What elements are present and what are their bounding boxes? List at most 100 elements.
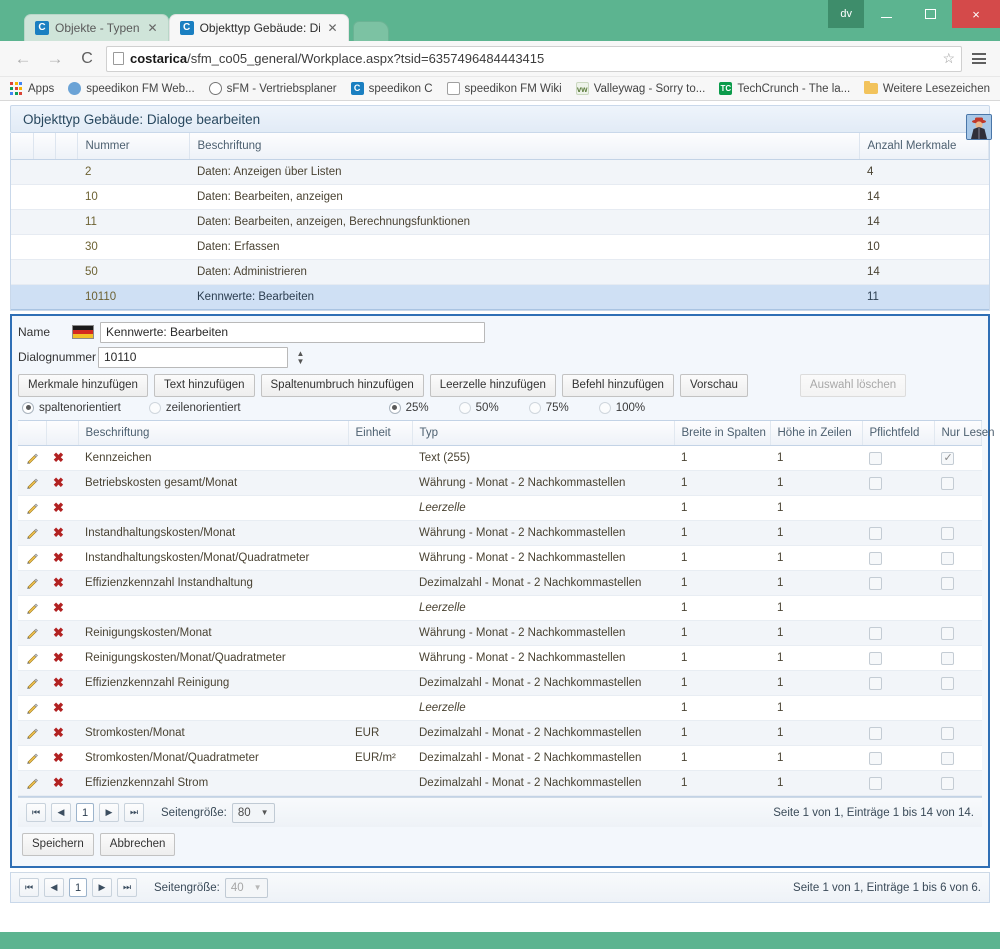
edit-cell[interactable] — [18, 595, 46, 621]
delete-cell[interactable]: ✖ — [46, 570, 78, 596]
add-befehl-button[interactable]: Befehl hinzufügen — [561, 373, 674, 397]
cell-pflichtfeld[interactable] — [862, 695, 934, 721]
pencil-icon[interactable] — [25, 626, 39, 640]
cell-pflichtfeld[interactable] — [862, 770, 934, 796]
nur-lesen-checkbox[interactable] — [941, 551, 954, 565]
delete-x-icon[interactable]: ✖ — [53, 700, 64, 715]
edit-cell[interactable] — [18, 470, 46, 496]
delete-x-icon[interactable]: ✖ — [53, 550, 64, 565]
table-row[interactable]: 50 Daten: Administrieren 14 — [11, 259, 989, 285]
name-input[interactable] — [100, 321, 485, 343]
tab-close-icon[interactable]: ✕ — [148, 21, 158, 35]
close-button[interactable]: × — [952, 0, 1000, 28]
edit-cell[interactable] — [18, 620, 46, 646]
edit-cell[interactable] — [18, 720, 46, 746]
pflichtfeld-checkbox[interactable] — [869, 676, 882, 690]
cell-pflichtfeld[interactable] — [862, 520, 934, 546]
cell-nur-lesen[interactable] — [934, 570, 982, 596]
pencil-icon[interactable] — [25, 726, 39, 740]
cell-nur-lesen[interactable] — [934, 470, 982, 496]
edit-cell[interactable] — [18, 695, 46, 721]
table-row[interactable]: ✖ Stromkosten/Monat EUR Dezimalzahl - Monat… — [18, 720, 982, 746]
first-page-button[interactable]: ⏮ — [19, 878, 39, 897]
bookmark-techcrunch[interactable]: TC TechCrunch - The la... — [719, 82, 850, 95]
page-size-select[interactable]: 40 ▼ — [224, 877, 268, 898]
reload-button[interactable]: C — [74, 46, 100, 72]
cell-pflichtfeld[interactable] — [862, 745, 934, 771]
edit-cell[interactable] — [18, 445, 46, 471]
delete-cell[interactable]: ✖ — [46, 445, 78, 471]
nur-lesen-checkbox[interactable] — [941, 751, 954, 765]
nur-lesen-checkbox[interactable] — [941, 726, 954, 740]
cell-nur-lesen[interactable] — [934, 445, 982, 471]
pflichtfeld-checkbox[interactable] — [869, 451, 882, 465]
edit-cell[interactable] — [18, 745, 46, 771]
tab-close-icon[interactable]: ✕ — [328, 21, 338, 35]
pencil-icon[interactable] — [25, 451, 39, 465]
radio-75[interactable]: 75% — [528, 401, 569, 414]
add-text-button[interactable]: Text hinzufügen — [153, 373, 255, 397]
bookmark-speedikon-fm-wiki[interactable]: speedikon FM Wiki — [446, 82, 562, 95]
pflichtfeld-checkbox[interactable] — [869, 526, 882, 540]
pflichtfeld-checkbox[interactable] — [869, 551, 882, 565]
radio-100[interactable]: 100% — [598, 401, 645, 414]
current-page-number[interactable]: 1 — [76, 803, 94, 822]
add-merkmale-button[interactable]: Merkmale hinzufügen — [18, 373, 148, 397]
table-row[interactable]: ✖ Instandhaltungskosten/Monat/Quadratmete… — [18, 545, 982, 571]
forward-button[interactable]: → — [42, 46, 68, 72]
pflichtfeld-checkbox[interactable] — [869, 476, 882, 490]
delete-x-icon[interactable]: ✖ — [53, 525, 64, 540]
minimize-button[interactable] — [864, 0, 908, 28]
radio-icon[interactable] — [528, 401, 541, 414]
radio-icon[interactable] — [598, 401, 611, 414]
cell-nur-lesen[interactable] — [934, 745, 982, 771]
nur-lesen-checkbox[interactable] — [941, 651, 954, 665]
delete-cell[interactable]: ✖ — [46, 645, 78, 671]
prev-page-button[interactable]: ◀ — [44, 878, 64, 897]
delete-x-icon[interactable]: ✖ — [53, 675, 64, 690]
edit-cell[interactable] — [18, 645, 46, 671]
cell-pflichtfeld[interactable] — [862, 595, 934, 621]
pencil-icon[interactable] — [25, 476, 39, 490]
delete-x-icon[interactable]: ✖ — [53, 750, 64, 765]
delete-cell[interactable]: ✖ — [46, 595, 78, 621]
bookmark-speedikon-fm-web[interactable]: speedikon FM Web... — [68, 82, 195, 95]
delete-cell[interactable]: ✖ — [46, 520, 78, 546]
cell-nur-lesen[interactable] — [934, 620, 982, 646]
table-row[interactable]: ✖ Reinigungskosten/Monat/Quadratmeter Währ… — [18, 645, 982, 671]
table-row[interactable]: 10 Daten: Bearbeiten, anzeigen 14 — [11, 184, 989, 210]
edit-cell[interactable] — [18, 770, 46, 796]
table-row[interactable]: 2 Daten: Anzeigen über Listen 4 — [11, 159, 989, 185]
next-page-button[interactable]: ▶ — [92, 878, 112, 897]
bookmark-sfm-vertriebsplaner[interactable]: sFM - Vertriebsplaner — [208, 82, 337, 95]
avatar[interactable] — [966, 114, 992, 140]
edit-cell[interactable] — [18, 570, 46, 596]
pencil-icon[interactable] — [25, 776, 39, 790]
cell-pflichtfeld[interactable] — [862, 720, 934, 746]
delete-cell[interactable]: ✖ — [46, 470, 78, 496]
pflichtfeld-checkbox[interactable] — [869, 776, 882, 790]
nur-lesen-checkbox[interactable] — [941, 476, 954, 490]
delete-x-icon[interactable]: ✖ — [53, 500, 64, 515]
delete-x-icon[interactable]: ✖ — [53, 600, 64, 615]
maximize-button[interactable] — [908, 0, 952, 28]
last-page-button[interactable]: ⏭ — [117, 878, 137, 897]
table-row[interactable]: ✖ Stromkosten/Monat/Quadratmeter EUR/m² Dez… — [18, 745, 982, 771]
pencil-icon[interactable] — [25, 701, 39, 715]
new-tab-button[interactable] — [352, 21, 389, 41]
delete-x-icon[interactable]: ✖ — [53, 775, 64, 790]
table-row[interactable]: ✖ Kennzeichen Text (255) 1 1 — [18, 445, 982, 471]
table-row[interactable]: ✖ Leerzelle 1 1 — [18, 695, 982, 721]
cell-nur-lesen[interactable] — [934, 545, 982, 571]
back-button[interactable]: ← — [10, 46, 36, 72]
nur-lesen-checkbox[interactable] — [941, 776, 954, 790]
edit-cell[interactable] — [18, 520, 46, 546]
cell-nur-lesen[interactable] — [934, 645, 982, 671]
pflichtfeld-checkbox[interactable] — [869, 626, 882, 640]
pencil-icon[interactable] — [25, 651, 39, 665]
pencil-icon[interactable] — [25, 501, 39, 515]
table-row[interactable]: ✖ Reinigungskosten/Monat Währung - Monat -… — [18, 620, 982, 646]
save-button[interactable]: Speichern — [22, 833, 94, 856]
table-row[interactable]: 30 Daten: Erfassen 10 — [11, 234, 989, 260]
last-page-button[interactable]: ⏭ — [124, 803, 144, 822]
